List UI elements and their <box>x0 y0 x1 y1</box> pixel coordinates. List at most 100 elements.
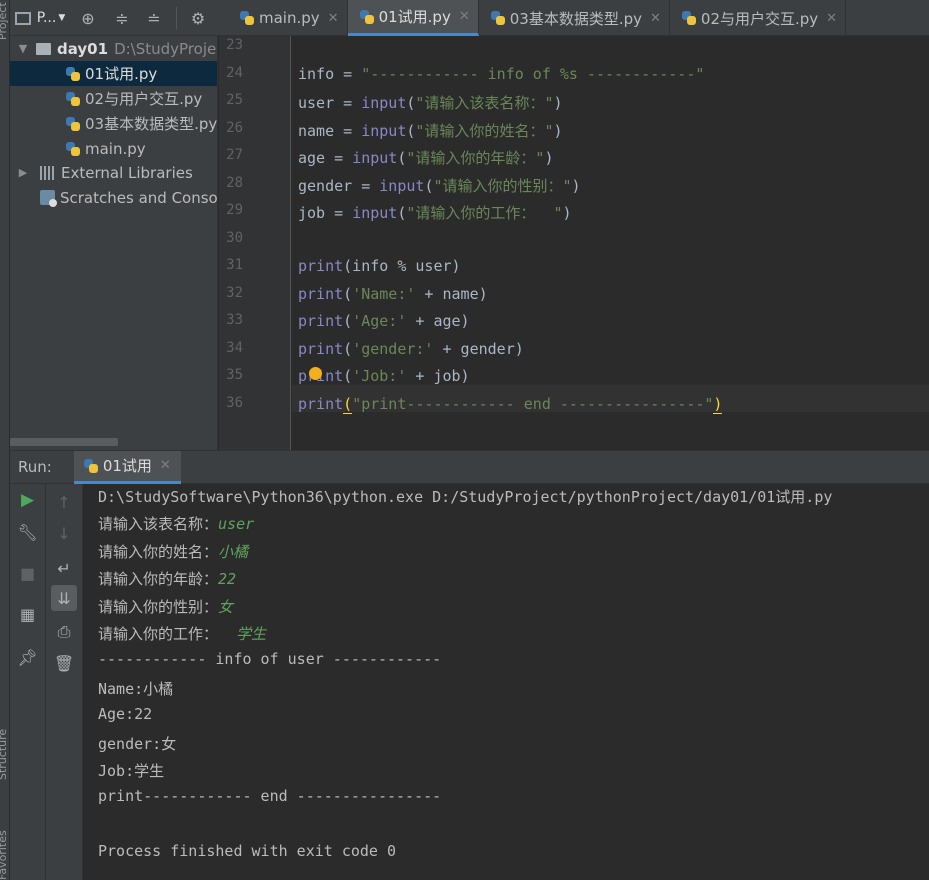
line-number: 24 <box>226 64 243 81</box>
gear-icon[interactable]: ⚙ <box>183 0 213 36</box>
console-text: D:\StudySoftware\Python36\python.exe D:/… <box>98 488 833 506</box>
code-token: 'Name:' <box>352 284 416 303</box>
run-title: Run: <box>18 458 52 476</box>
console-line: 请输入你的姓名：小橘 <box>98 541 248 562</box>
console-line: Process finished with exit code 0 <box>98 842 396 860</box>
line-number: 30 <box>226 229 243 246</box>
root-folder-path: D:\StudyProje <box>114 39 217 58</box>
wrench-icon[interactable]: 🔧︎ <box>10 519 45 545</box>
code-token: 'Job:' <box>352 367 407 385</box>
code-token: ) <box>562 204 572 222</box>
chevron-down-icon: ▼ <box>58 13 66 23</box>
tree-file-main[interactable]: main.py <box>10 136 146 161</box>
tree-file-02[interactable]: 02与用户交互.py <box>10 86 202 111</box>
arrow-down-icon[interactable]: ↓ <box>46 520 82 546</box>
code-token: print <box>298 284 344 303</box>
layout-icon[interactable]: ▦ <box>10 601 45 627</box>
close-icon[interactable]: ✕ <box>650 11 661 26</box>
code-token: print <box>298 257 344 275</box>
tree-file-label: 03基本数据类型.py <box>85 115 218 133</box>
console-line: ------------ info of user ------------ <box>98 650 441 668</box>
code-token: ( <box>343 339 353 358</box>
project-horizontal-scrollbar[interactable] <box>10 438 118 446</box>
code-token: ) <box>571 176 581 195</box>
project-view-selector[interactable]: P... ▼ <box>10 0 70 36</box>
console-line: 请输入你的工作： 学生 <box>98 623 266 644</box>
code-line: print('Age:' + age) <box>298 312 470 330</box>
tab-03-py[interactable]: 03基本数据类型.py ✕ <box>479 0 670 36</box>
tab-01-py[interactable]: 01试用.py ✕ <box>347 0 479 36</box>
close-icon[interactable]: ✕ <box>459 9 470 24</box>
stop-icon[interactable]: ■ <box>10 560 45 586</box>
tree-scratches[interactable]: Scratches and Consol <box>40 185 217 210</box>
folder-icon <box>36 42 51 55</box>
rerun-icon[interactable]: ▶ <box>10 487 45 513</box>
close-icon[interactable]: ✕ <box>826 11 837 26</box>
code-token: 'Age:' <box>352 312 407 330</box>
code-token: user = <box>298 94 362 112</box>
code-token: + name) <box>415 284 488 303</box>
code-token: ( <box>343 284 353 303</box>
tree-file-03[interactable]: 03基本数据类型.py <box>10 111 217 136</box>
code-token: print <box>298 339 344 358</box>
tab-label: 01试用.py <box>378 8 451 26</box>
code-token: input <box>361 121 407 140</box>
line-number: 31 <box>226 257 243 273</box>
code-token: "------------ info of %s ------------" <box>361 64 705 83</box>
library-icon <box>40 165 56 180</box>
soft-wrap-icon[interactable]: ↵ <box>46 555 82 581</box>
chevron-down-icon[interactable]: ▼ <box>16 42 30 55</box>
tree-file-label: 01试用.py <box>85 65 158 83</box>
code-token: "请输入你的姓名：" <box>415 121 554 140</box>
tree-file-01[interactable]: 01试用.py <box>10 61 217 86</box>
line-number: 34 <box>226 339 243 356</box>
console-text: Process finished with exit code 0 <box>98 842 397 861</box>
lightbulb-icon[interactable] <box>309 367 322 380</box>
code-line: print('Job:' + job) <box>298 367 470 385</box>
chevron-right-icon[interactable]: ▶ <box>16 166 30 179</box>
close-icon[interactable]: ✕ <box>328 11 339 26</box>
tree-root-day01[interactable]: ▼ day01 D:\StudyProje <box>16 36 216 61</box>
code-token: ) <box>553 94 563 112</box>
close-icon[interactable]: ✕ <box>160 458 171 473</box>
expand-all-icon[interactable]: ≑ <box>106 0 138 36</box>
arrow-up-icon[interactable]: ↑ <box>46 489 82 515</box>
locate-icon[interactable]: ⊕ <box>70 0 106 36</box>
tab-label: main.py <box>259 9 320 27</box>
run-console-output[interactable]: D:\StudySoftware\Python36\python.exe D:/… <box>84 484 929 880</box>
code-token: "请输入你的工作： " <box>406 204 563 222</box>
code-token: ) <box>553 121 563 140</box>
scroll-to-end-icon[interactable]: ⇊ <box>51 585 77 611</box>
code-token: job = <box>298 204 353 222</box>
run-config-tab[interactable]: 01试用 ✕ <box>73 450 181 484</box>
code-token: ( <box>343 367 353 385</box>
code-line: print(info % user) <box>298 257 461 275</box>
pin-icon[interactable]: 📌︎ <box>10 644 45 670</box>
python-file-icon <box>240 11 254 25</box>
line-number: 36 <box>226 394 243 411</box>
code-line: user = input("请输入该表名称：") <box>298 92 563 113</box>
trash-icon[interactable]: 🗑︎ <box>46 650 82 676</box>
root-folder-name: day01 <box>57 39 109 58</box>
tab-02-py[interactable]: 02与用户交互.py ✕ <box>670 0 847 36</box>
code-editor[interactable]: 23 24 25 26 27 28 29 30 31 32 33 34 35 36 info = "---… <box>219 36 929 450</box>
tab-main-py[interactable]: main.py ✕ <box>228 0 348 36</box>
code-line: gender = input("请输入你的性别：") <box>298 175 581 196</box>
code-token: gender = <box>298 176 380 195</box>
code-line: info = "------------ info of %s --------… <box>298 65 704 83</box>
collapse-all-icon[interactable]: ≐ <box>138 0 170 36</box>
print-icon[interactable]: ⎙ <box>46 619 82 645</box>
code-token: "请输入该表名称：" <box>415 94 554 112</box>
python-file-icon <box>490 11 505 25</box>
console-line: 请输入你的性别：女 <box>98 596 233 617</box>
line-number: 25 <box>226 92 243 108</box>
code-line: print('Name:' + name) <box>298 285 488 303</box>
line-number: 23 <box>226 37 243 53</box>
tree-external-libraries[interactable]: ▶ External Libraries <box>16 160 193 185</box>
console-line: D:\StudySoftware\Python36\python.exe D:/… <box>98 486 832 507</box>
code-token: input <box>352 204 398 222</box>
line-number: 27 <box>226 147 243 163</box>
console-text: ------------ info of user ------------ <box>98 650 442 669</box>
console-text: 请输入你的工作： <box>98 625 237 643</box>
code-token: input <box>379 176 425 195</box>
